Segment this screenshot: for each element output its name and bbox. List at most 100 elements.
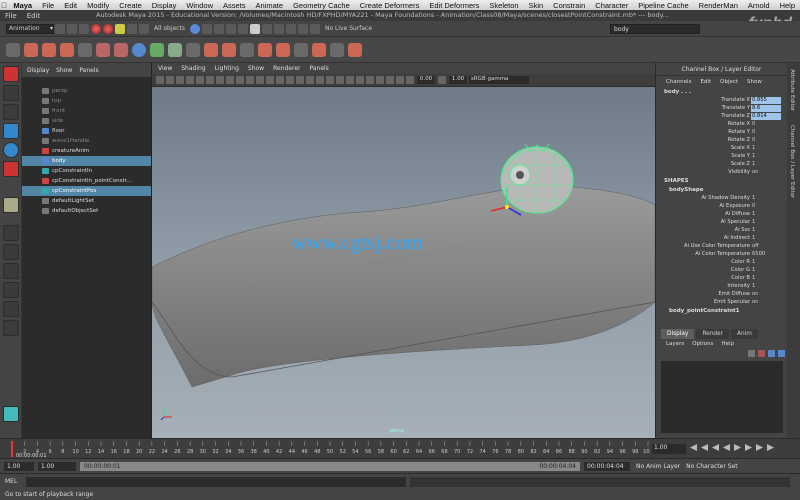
channel-row[interactable]: Ai Shadow Density 1 [656,194,787,202]
menu-set-dropdown[interactable]: Animation ▾ [6,23,54,34]
channel-row[interactable]: Color R1 [656,258,787,266]
channel-value[interactable]: 1 [751,235,781,242]
os-menu-assets[interactable]: Assets [218,1,251,10]
channel-row[interactable]: Color B1 [656,274,787,282]
os-menu-geometry-cache[interactable]: Geometry Cache [288,1,355,10]
channel-row[interactable]: Ai Use Color Temperature off [656,242,787,250]
lasso-tool-icon[interactable] [3,85,19,101]
channel-label[interactable]: Ai Color Temperature [656,251,751,257]
layout-list-icon[interactable] [3,320,19,336]
scale-tool-icon[interactable] [3,161,19,177]
shelf-item-20[interactable] [348,42,362,57]
layout-four-icon[interactable] [3,244,19,260]
os-menu-skeleton[interactable]: Skeleton [484,1,523,10]
channel-row[interactable]: Rotate X0 [656,120,787,128]
channel-label[interactable]: Scale Z [656,161,751,167]
channel-box-object-name[interactable]: body . . . [656,87,787,96]
undo-icon[interactable] [91,23,101,34]
shelf-item-19[interactable] [330,42,344,57]
step-back-frame-icon[interactable] [712,444,719,451]
channel-label[interactable]: Rotate Z [656,137,751,143]
shelf-item-13[interactable] [222,42,236,57]
channel-box-menu-object[interactable]: Object [720,79,738,85]
search-input[interactable]: body [610,24,700,34]
outliner-item[interactable]: defaultObjectSet [22,206,151,216]
shelf-item-6[interactable] [96,42,110,57]
camera-attributes-icon[interactable] [166,76,174,84]
os-menu-maya[interactable]: Maya [8,1,37,10]
channel-label[interactable]: Translate Y [656,105,751,111]
shelf-item-11[interactable] [186,42,200,57]
depth-of-field-icon[interactable] [356,76,364,84]
shelf-item-8[interactable] [132,42,146,57]
channel-label[interactable]: Emit Diffuse [656,291,751,297]
shelf-item-12[interactable] [204,42,218,57]
wireframe-icon[interactable] [266,76,274,84]
os-menu-animate[interactable]: Animate [251,1,289,10]
outliner-item[interactable]: wave1Handle [22,136,151,146]
channel-row[interactable]: Ai Indirect 1 [656,234,787,242]
channel-label[interactable]: Rotate X [656,121,751,127]
playback-start-field[interactable]: 1.00 [38,461,76,471]
channel-value[interactable]: 0 [751,121,781,128]
channel-row[interactable]: Intensity 1 [656,282,787,290]
viewport-menu-show[interactable]: Show [248,65,264,72]
channel-row[interactable]: Translate X 0.855 [656,96,787,104]
channel-label[interactable]: Color G [656,267,751,273]
outliner-item[interactable]: cpConstraintIn_pointConstr... [22,176,151,186]
outliner-item[interactable]: front [22,106,151,116]
channel-label[interactable]: Emit Specular [656,299,751,305]
channel-row[interactable]: Emit Specular on [656,298,787,306]
time-slider[interactable]: 1246810121416182022242628303234363840424… [0,438,800,458]
snap-point-icon[interactable] [225,23,236,34]
os-menu-character[interactable]: Character [590,1,633,10]
grid-icon[interactable] [196,76,204,84]
last-tool-icon[interactable] [3,197,19,213]
shelf-item-2[interactable] [24,42,38,57]
constraint-node-name[interactable]: body_pointConstraint1 [656,306,787,315]
select-component-icon[interactable] [139,23,149,34]
anti-aliasing-icon[interactable] [346,76,354,84]
channel-label[interactable]: Color B [656,275,751,281]
channel-row[interactable]: Ai Exposure 0 [656,202,787,210]
channel-row[interactable]: Translate Y 8.6 [656,104,787,112]
ambient-occlusion-icon[interactable] [326,76,334,84]
layout-graph-icon[interactable] [3,301,19,317]
shelf-item-7[interactable] [114,42,128,57]
os-menu-display[interactable]: Display [147,1,182,10]
outliner-item[interactable]: floor [22,126,151,136]
image-plane-icon[interactable] [186,76,194,84]
shelf-item-5[interactable] [78,42,92,57]
tab-render[interactable]: Render [696,329,730,339]
new-layer-icon[interactable] [748,350,755,357]
os-menu-edit-deformers[interactable]: Edit Deformers [424,1,484,10]
safe-action-icon[interactable] [246,76,254,84]
channel-label[interactable]: Ai Sss [656,227,751,233]
os-menu-file[interactable]: File [37,1,59,10]
shelf-item-18[interactable] [312,42,326,57]
shelf-item-16[interactable] [276,42,290,57]
os-menu-constrain[interactable]: Constrain [548,1,590,10]
select-by-type-icon[interactable] [189,23,200,34]
outliner-item[interactable]: persp [22,86,151,96]
channel-label[interactable]: Scale Y [656,153,751,159]
channel-box-menu-channels[interactable]: Channels [666,79,691,85]
snap-plane-icon[interactable] [237,23,248,34]
channel-value[interactable]: 1 [751,227,781,234]
layout-outliner-icon[interactable] [3,282,19,298]
channel-value[interactable]: 1 [751,145,781,152]
channel-row[interactable]: Scale Y1 [656,152,787,160]
channel-label[interactable]: Scale X [656,145,751,151]
xray-joints-icon[interactable] [386,76,394,84]
channel-value[interactable]: 1 [751,195,781,202]
layer-list[interactable] [661,361,783,433]
film-gate-icon[interactable] [206,76,214,84]
layer-menu-options[interactable]: Options [692,341,713,347]
os-menu-help[interactable]: Help [775,1,800,10]
layer-move-down-icon[interactable] [778,350,785,357]
layout-side-icon[interactable] [3,263,19,279]
channel-value[interactable]: 1 [751,211,781,218]
tab-anim[interactable]: Anim [731,329,758,339]
apple-icon[interactable]:  [0,1,8,10]
channel-label[interactable]: Ai Use Color Temperature [656,243,751,249]
